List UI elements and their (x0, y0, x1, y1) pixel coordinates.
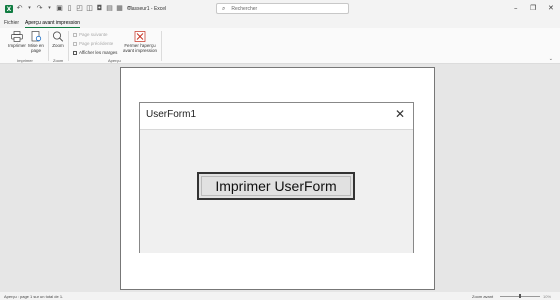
show-margins-label: Afficher les marges (79, 50, 118, 55)
title-bar: X ↶ ▾ ↷ ▾ ▣ ▯ ◰ ◫ ◘ ▤ ▦ ≡ Classeur1 - Ex… (0, 0, 560, 18)
print-label: Imprimer (8, 43, 26, 48)
undo-icon[interactable]: ↶ (16, 4, 23, 12)
sheet-icon[interactable]: ▦ (116, 4, 123, 12)
next-page-icon (73, 32, 77, 37)
next-page-label: Page suivante (79, 32, 108, 37)
zoom-percentage[interactable]: 10% (543, 294, 551, 299)
userform-title: UserForm1 (146, 109, 197, 120)
previous-page-icon (73, 41, 77, 46)
print-button[interactable]: Imprimer (6, 31, 28, 48)
collapse-ribbon-icon[interactable]: ⌄ (549, 56, 553, 62)
printer-icon (11, 31, 23, 42)
document-title: Classeur1 - Excel (127, 6, 167, 12)
zoom-button[interactable]: Zoom (50, 31, 66, 48)
new-file-icon[interactable]: ▯ (66, 4, 73, 12)
quick-print-icon[interactable]: ◘ (96, 4, 103, 12)
search-placeholder: Rechercher (231, 5, 258, 12)
close-preview-icon (134, 31, 146, 42)
next-page-button[interactable]: Page suivante (73, 32, 108, 37)
zoom-in-label[interactable]: Zoom avant (472, 294, 493, 299)
close-icon: ✕ (394, 107, 405, 121)
group-separator (48, 31, 49, 61)
page-setup-button[interactable]: Mise en page (27, 31, 45, 53)
open-icon[interactable]: ◰ (76, 4, 83, 12)
minimize-button[interactable]: – (514, 4, 518, 12)
userform-body: Imprimer UserForm (140, 129, 413, 253)
previous-page-button[interactable]: Page précédente (73, 41, 113, 46)
excel-logo-icon: X (5, 5, 13, 13)
group-separator (161, 31, 162, 61)
ribbon: Imprimer Mise en page Imprimer Zoom Zoom… (0, 28, 560, 64)
quick-access-toolbar: ↶ ▾ ↷ ▾ ▣ ▯ ◰ ◫ ◘ ▤ ▦ ≡ (16, 4, 133, 12)
close-window-button[interactable]: ✕ (548, 4, 554, 12)
magnifier-icon (53, 31, 64, 42)
group-separator (68, 31, 69, 61)
redo-dropdown-icon[interactable]: ▾ (46, 4, 53, 12)
userform-window: UserForm1 ✕ Imprimer UserForm (139, 102, 414, 253)
tab-fichier[interactable]: Fichier (4, 20, 19, 26)
table-icon[interactable]: ▤ (106, 4, 113, 12)
page-setup-label: Mise en page (28, 43, 44, 53)
close-preview-button[interactable]: Fermer l'aperçu avant impression (121, 31, 159, 53)
group-label-preview: Aperçu (108, 58, 121, 63)
restore-button[interactable]: ❐ (530, 4, 536, 12)
print-preview-icon[interactable]: ◫ (86, 4, 93, 12)
search-box[interactable]: ⌕ Rechercher (216, 3, 349, 14)
print-userform-button: Imprimer UserForm (197, 172, 355, 200)
tab-apercu[interactable]: Aperçu avant impression (25, 20, 80, 26)
ribbon-tabs: Fichier Aperçu avant impression (0, 18, 560, 28)
redo-icon[interactable]: ↷ (36, 4, 43, 12)
status-bar: Aperçu : page 1 sur un total de 1. Zoom … (0, 292, 560, 300)
checkbox-icon (73, 50, 77, 55)
zoom-slider-thumb[interactable] (519, 294, 521, 298)
undo-dropdown-icon[interactable]: ▾ (26, 4, 33, 12)
page-info: Aperçu : page 1 sur un total de 1. (4, 294, 64, 299)
group-label-zoom: Zoom (53, 58, 64, 63)
close-preview-label: Fermer l'aperçu avant impression (122, 43, 158, 53)
group-label-print: Imprimer (17, 58, 33, 63)
previous-page-label: Page précédente (79, 41, 114, 46)
save-icon[interactable]: ▣ (56, 4, 63, 12)
search-icon: ⌕ (222, 4, 226, 12)
show-margins-checkbox[interactable]: Afficher les marges (73, 50, 117, 55)
page-setup-icon (31, 31, 42, 42)
zoom-label: Zoom (52, 43, 64, 48)
